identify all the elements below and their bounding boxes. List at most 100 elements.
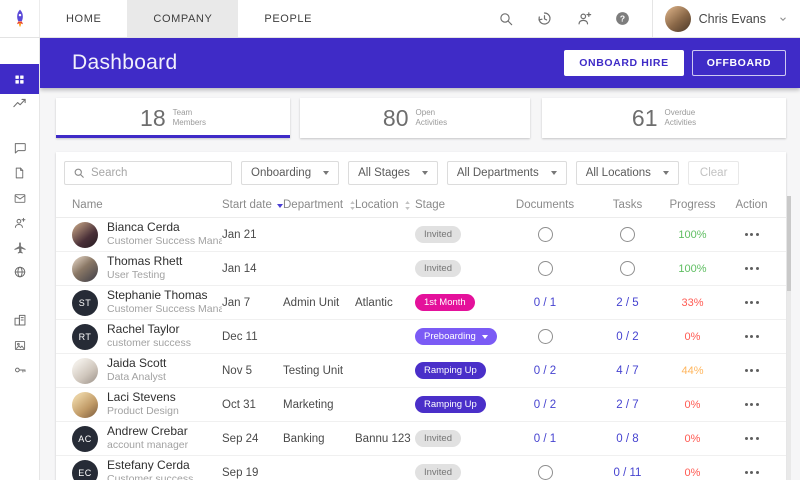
sidebar-item-document[interactable] <box>0 160 39 186</box>
more-options-button[interactable] <box>741 399 763 410</box>
sidebar-item-globe[interactable] <box>0 259 39 285</box>
documents-count[interactable]: 0 / 2 <box>534 365 556 377</box>
stat-card-open-activities[interactable]: 80 Open Activities <box>300 98 530 138</box>
more-options-button[interactable] <box>741 297 763 308</box>
documents-count[interactable]: 0 / 1 <box>534 433 556 445</box>
stage-label: Invited <box>424 263 452 274</box>
building-icon <box>13 313 27 327</box>
name-lines: Laci Stevens Product Design <box>107 390 179 418</box>
history-icon-button[interactable] <box>536 10 554 28</box>
search-icon-button[interactable] <box>497 10 515 28</box>
stage-cell: 1st Month <box>415 294 500 311</box>
sidebar-item-airplane[interactable] <box>0 235 39 261</box>
stage-label: 1st Month <box>424 297 466 308</box>
table-row[interactable]: AC Andrew Crebar account manager Sep 24 Bank… <box>56 422 786 456</box>
onboard-hire-button[interactable]: ONBOARD HIRE <box>564 50 684 76</box>
table-row[interactable]: ST Stephanie ThomasCustomer Success Manag… <box>56 286 786 320</box>
more-options-button[interactable] <box>741 467 763 478</box>
tab-company[interactable]: COMPANY <box>127 0 239 37</box>
progress-cell: 0% <box>665 331 720 343</box>
employee-name: Jaida Scott <box>107 356 167 371</box>
sidebar-item-trending-chart[interactable] <box>0 90 39 116</box>
table-row[interactable]: Thomas Rhett User Testing Jan 14 Invited 100… <box>56 252 786 286</box>
stat-card-team-members[interactable]: 18 Team Members <box>56 98 290 138</box>
table-row[interactable]: RT Rachel Taylor customer success Dec 11 Pre… <box>56 320 786 354</box>
sidebar-item-chat[interactable] <box>0 135 39 161</box>
sidebar-item-building[interactable] <box>0 307 39 333</box>
more-options-button[interactable] <box>741 331 763 342</box>
filter-dropdown-onboarding[interactable]: Onboarding <box>241 161 340 185</box>
more-options-button[interactable] <box>741 263 763 274</box>
help-icon-button[interactable]: ? <box>614 10 632 28</box>
more-options-button[interactable] <box>741 229 763 240</box>
column-label: Action <box>735 199 768 211</box>
column-header-action[interactable]: Action <box>720 199 783 211</box>
more-options-button[interactable] <box>741 433 763 444</box>
tasks-cell <box>590 261 665 276</box>
column-header-department[interactable]: Department <box>283 199 355 211</box>
documents-count[interactable]: 0 / 1 <box>534 297 556 309</box>
filter-dropdown-all-departments[interactable]: All Departments <box>446 161 567 185</box>
column-header-location[interactable]: Location <box>355 199 415 211</box>
column-header-stage[interactable]: Stage <box>415 199 500 211</box>
tasks-count[interactable]: 2 / 7 <box>616 399 638 411</box>
sidebar-item-person-add[interactable] <box>0 210 39 236</box>
tasks-count[interactable]: 4 / 7 <box>616 365 638 377</box>
stage-pill[interactable]: Ramping Up <box>415 362 486 379</box>
progress-cell: 100% <box>665 229 720 241</box>
table-row[interactable]: EC Estefany Cerda Customer success Sep 19 In… <box>56 456 786 480</box>
name-lines: Bianca CerdaCustomer Success Manager <box>107 220 222 248</box>
sidebar-item-key[interactable] <box>0 357 39 383</box>
sidebar-item-image[interactable] <box>0 332 39 358</box>
empty-progress-circle <box>537 465 553 480</box>
filter-dropdown-all-locations[interactable]: All Locations <box>575 161 679 185</box>
content: 18 Team Members 80 Open Activities 61 Overdue Ac… <box>40 88 800 480</box>
tasks-cell: 2 / 7 <box>590 399 665 411</box>
more-options-button[interactable] <box>741 365 763 376</box>
name-cell: AC Andrew Crebar account manager <box>72 424 222 452</box>
app-logo[interactable] <box>0 0 40 37</box>
tasks-count[interactable]: 0 / 11 <box>614 467 642 479</box>
search-input[interactable] <box>91 167 223 179</box>
column-header-documents[interactable]: Documents <box>500 199 590 211</box>
offboard-button[interactable]: OFFBOARD <box>691 50 786 76</box>
add-person-icon-button[interactable] <box>575 10 593 28</box>
column-header-name[interactable]: Name <box>72 199 222 211</box>
name-lines: Rachel Taylor customer success <box>107 322 191 350</box>
sidebar-item-mail[interactable] <box>0 185 39 211</box>
column-header-tasks[interactable]: Tasks <box>590 199 665 211</box>
sort-icon <box>403 200 412 211</box>
filter-bar: Onboarding All Stages All Departments All L… <box>56 152 786 193</box>
scrollbar-thumb[interactable] <box>787 196 791 291</box>
stat-card-overdue-activities[interactable]: 61 Overdue Activities <box>542 98 786 138</box>
column-header-start-date[interactable]: Start date <box>222 199 283 211</box>
tab-people[interactable]: PEOPLE <box>238 0 338 37</box>
stage-pill[interactable]: Invited <box>415 226 461 243</box>
stage-pill[interactable]: Invited <box>415 464 461 480</box>
filter-dropdown-all-stages[interactable]: All Stages <box>348 161 438 185</box>
tasks-count[interactable]: 2 / 5 <box>616 297 638 309</box>
table-scrollbar[interactable] <box>787 196 791 480</box>
documents-cell: 0 / 2 <box>500 399 590 411</box>
chat-icon <box>13 141 27 155</box>
dropdown-value: All Departments <box>456 167 539 179</box>
tasks-count[interactable]: 0 / 8 <box>616 433 638 445</box>
stage-pill[interactable]: Invited <box>415 430 461 447</box>
documents-cell <box>500 227 590 242</box>
stage-pill[interactable]: Preboarding <box>415 328 497 345</box>
table-row[interactable]: Laci Stevens Product Design Oct 31 Marketin… <box>56 388 786 422</box>
tasks-count[interactable]: 0 / 2 <box>616 331 638 343</box>
stage-pill[interactable]: Invited <box>415 260 461 277</box>
table-header-row: Name Start date Department Location Stage Doc… <box>56 193 786 218</box>
table-row[interactable]: Jaida Scott Data Analyst Nov 5 Testing Unit… <box>56 354 786 388</box>
clear-filters-button[interactable]: Clear <box>687 161 740 185</box>
user-menu[interactable]: Chris Evans <box>653 0 800 37</box>
tab-home[interactable]: HOME <box>40 0 127 37</box>
table-row[interactable]: Bianca CerdaCustomer Success ManagerJan … <box>56 218 786 252</box>
tasks-cell <box>590 227 665 242</box>
airplane-icon <box>13 241 27 255</box>
stage-pill[interactable]: 1st Month <box>415 294 475 311</box>
column-header-progress[interactable]: Progress <box>665 199 720 211</box>
documents-count[interactable]: 0 / 2 <box>534 399 556 411</box>
stage-pill[interactable]: Ramping Up <box>415 396 486 413</box>
